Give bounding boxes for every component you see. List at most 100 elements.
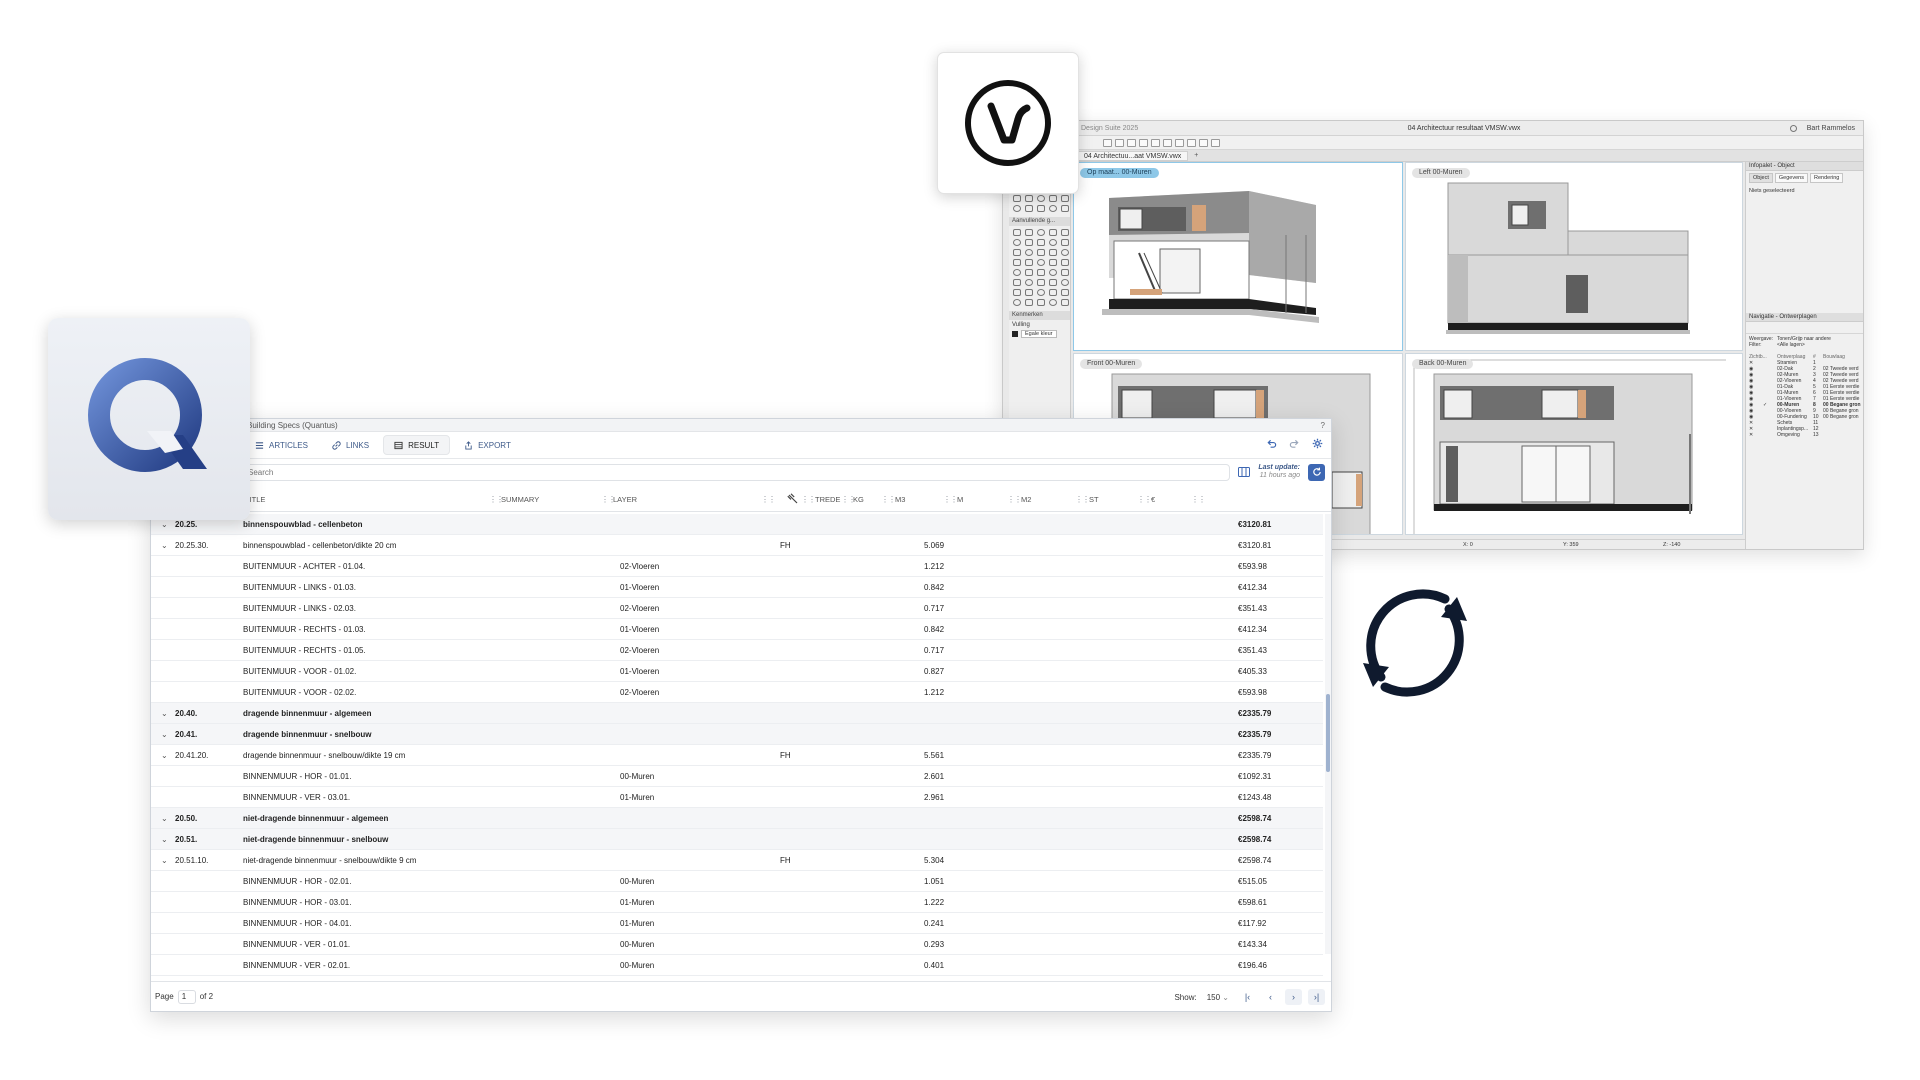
vw-tool-set-header[interactable]: Aanvullende g... [1009, 217, 1070, 226]
tool-icon[interactable] [1025, 279, 1033, 286]
table-row[interactable]: BUITENMUUR - RECHTS - 01.05. 02-Vloeren 0.… [151, 640, 1323, 661]
tool-icon[interactable] [1025, 299, 1033, 306]
table-group-row[interactable]: ⌄ 20.50. niet-dragende binnenmuur - algeme… [151, 808, 1323, 829]
tool-icon[interactable] [1037, 195, 1045, 202]
viewport-perspective[interactable]: Op maat... 00-Muren [1073, 162, 1403, 351]
column-drag-handle-icon[interactable]: ⋮⋮ [761, 495, 776, 504]
table-row[interactable]: BINNENMUUR - VER - 01.01. 00-Muren 0.293 €1… [151, 934, 1323, 955]
tool-icon[interactable] [1061, 289, 1069, 296]
gavel-icon[interactable] [787, 493, 798, 506]
col-trede[interactable]: TREDE [815, 495, 840, 504]
tool-icon[interactable] [1025, 195, 1033, 202]
viewport-label[interactable]: Op maat... 00-Muren [1080, 168, 1159, 178]
tool-icon[interactable] [1049, 249, 1057, 256]
tool-icon[interactable] [1013, 195, 1021, 202]
vw-toolbar-button[interactable] [1151, 138, 1160, 147]
tool-icon[interactable] [1037, 279, 1045, 286]
vw-toolbar-button[interactable] [1139, 138, 1148, 147]
tool-icon[interactable] [1049, 299, 1057, 306]
tool-icon[interactable] [1013, 229, 1021, 236]
table-row[interactable]: BINNENMUUR - HOR - 02.01. 00-Muren 1.051 €5… [151, 871, 1323, 892]
expand-chevron-icon[interactable]: ⌄ [161, 850, 168, 871]
tool-icon[interactable] [1049, 259, 1057, 266]
columns-icon[interactable] [1238, 467, 1251, 477]
tool-icon[interactable] [1061, 299, 1069, 306]
viewport-label[interactable]: Back 00-Muren [1412, 359, 1474, 369]
tab-result[interactable]: RESULT [383, 435, 451, 455]
tool-icon[interactable] [1013, 269, 1021, 276]
tool-icon[interactable] [1061, 279, 1069, 286]
table-group-row[interactable]: ⌄ 20.40. dragende binnenmuur - algemeen €23… [151, 703, 1323, 724]
tool-icon[interactable] [1049, 289, 1057, 296]
tool-icon[interactable] [1025, 259, 1033, 266]
tool-icon[interactable] [1049, 279, 1057, 286]
table-group-row[interactable]: ⌄ 20.41. dragende binnenmuur - snelbouw €23… [151, 724, 1323, 745]
viewport-back[interactable]: Back 00-Muren [1405, 353, 1743, 535]
tool-icon[interactable] [1013, 205, 1021, 212]
undo-icon[interactable] [1266, 438, 1277, 449]
tool-icon[interactable] [1049, 229, 1057, 236]
navigation-palette-title[interactable]: Navigatie - Ontwerplagen [1746, 313, 1863, 322]
help-button[interactable]: ? [1321, 419, 1325, 432]
table-scrollbar[interactable] [1325, 514, 1331, 954]
table-row[interactable]: BUITENMUUR - LINKS - 02.03. 02-Vloeren 0.7… [151, 598, 1323, 619]
table-row[interactable]: BUITENMUUR - VOOR - 01.02. 01-Vloeren 0.82… [151, 661, 1323, 682]
first-page-button[interactable]: |‹ [1239, 989, 1256, 1005]
table-group-row[interactable]: ⌄ 20.51. niet-dragende binnenmuur - snelbo… [151, 829, 1323, 850]
expand-chevron-icon[interactable]: ⌄ [161, 808, 168, 829]
column-drag-handle-icon[interactable]: ⋮⋮ [943, 495, 958, 504]
tool-icon[interactable] [1049, 239, 1057, 246]
last-page-button[interactable]: ›| [1308, 989, 1325, 1005]
tool-icon[interactable] [1025, 229, 1033, 236]
tab-articles[interactable]: ARTICLES [245, 435, 318, 455]
vw-user-icon[interactable] [1789, 124, 1797, 132]
expand-chevron-icon[interactable]: ⌄ [161, 724, 168, 745]
vw-user-name[interactable]: Bart Rammelos [1807, 125, 1855, 132]
table-row[interactable]: BINNENMUUR - VER - 03.01. 01-Muren 2.961 €1… [151, 787, 1323, 808]
tool-icon[interactable] [1061, 259, 1069, 266]
tool-icon[interactable] [1025, 249, 1033, 256]
scrollbar-thumb[interactable] [1326, 694, 1330, 772]
expand-chevron-icon[interactable]: ⌄ [161, 745, 168, 766]
table-row[interactable]: BINNENMUUR - VER - 02.01. 00-Muren 0.401 €1… [151, 955, 1323, 976]
tool-icon[interactable] [1025, 239, 1033, 246]
tool-icon[interactable] [1025, 205, 1033, 212]
page-number-input[interactable]: 1 [177, 989, 196, 1004]
tool-icon[interactable] [1049, 195, 1057, 202]
tab-export[interactable]: EXPORT [454, 435, 521, 455]
tool-icon[interactable] [1049, 269, 1057, 276]
tool-icon[interactable] [1061, 229, 1069, 236]
tab-links[interactable]: LINKS [322, 435, 379, 455]
col-st[interactable]: ST [1089, 495, 1099, 504]
vw-doc-tab[interactable]: 04 Architectuu...aat VMSW.vwx [1077, 150, 1189, 161]
tool-icon[interactable] [1013, 289, 1021, 296]
info-palette-title[interactable]: Infopalet - Object [1746, 162, 1863, 171]
vw-toolbar-button[interactable] [1211, 138, 1220, 147]
tool-icon[interactable] [1061, 195, 1069, 202]
vw-toolbar-button[interactable] [1187, 138, 1196, 147]
tool-icon[interactable] [1061, 269, 1069, 276]
vw-new-tab-button[interactable]: + [1194, 152, 1198, 159]
tool-icon[interactable] [1037, 239, 1045, 246]
table-row[interactable]: BUITENMUUR - LINKS - 01.03. 01-Vloeren 0.8… [151, 577, 1323, 598]
info-tab-object[interactable]: Object [1749, 173, 1773, 183]
prev-page-button[interactable]: ‹ [1262, 989, 1279, 1005]
vw-toolbar-button[interactable] [1103, 138, 1112, 147]
tool-icon[interactable] [1037, 249, 1045, 256]
expand-chevron-icon[interactable]: ⌄ [161, 829, 168, 850]
tool-icon[interactable] [1049, 205, 1057, 212]
tool-icon[interactable] [1013, 279, 1021, 286]
col-eur[interactable]: € [1151, 495, 1155, 504]
tool-icon[interactable] [1037, 259, 1045, 266]
column-drag-handle-icon[interactable]: ⋮⋮ [1191, 495, 1206, 504]
tool-icon[interactable] [1037, 289, 1045, 296]
column-drag-handle-icon[interactable]: ⋮⋮ [801, 495, 816, 504]
table-row[interactable]: BINNENMUUR - HOR - 04.01. 01-Muren 0.241 €1… [151, 913, 1323, 934]
fill-swatch[interactable] [1012, 331, 1018, 337]
table-row[interactable]: BUITENMUUR - RECHTS - 01.03. 01-Vloeren 0.… [151, 619, 1323, 640]
redo-icon[interactable] [1289, 438, 1300, 449]
col-m[interactable]: M [957, 495, 963, 504]
tool-icon[interactable] [1013, 299, 1021, 306]
vw-attributes-header[interactable]: Kenmerken [1009, 311, 1070, 320]
tool-icon[interactable] [1061, 205, 1069, 212]
